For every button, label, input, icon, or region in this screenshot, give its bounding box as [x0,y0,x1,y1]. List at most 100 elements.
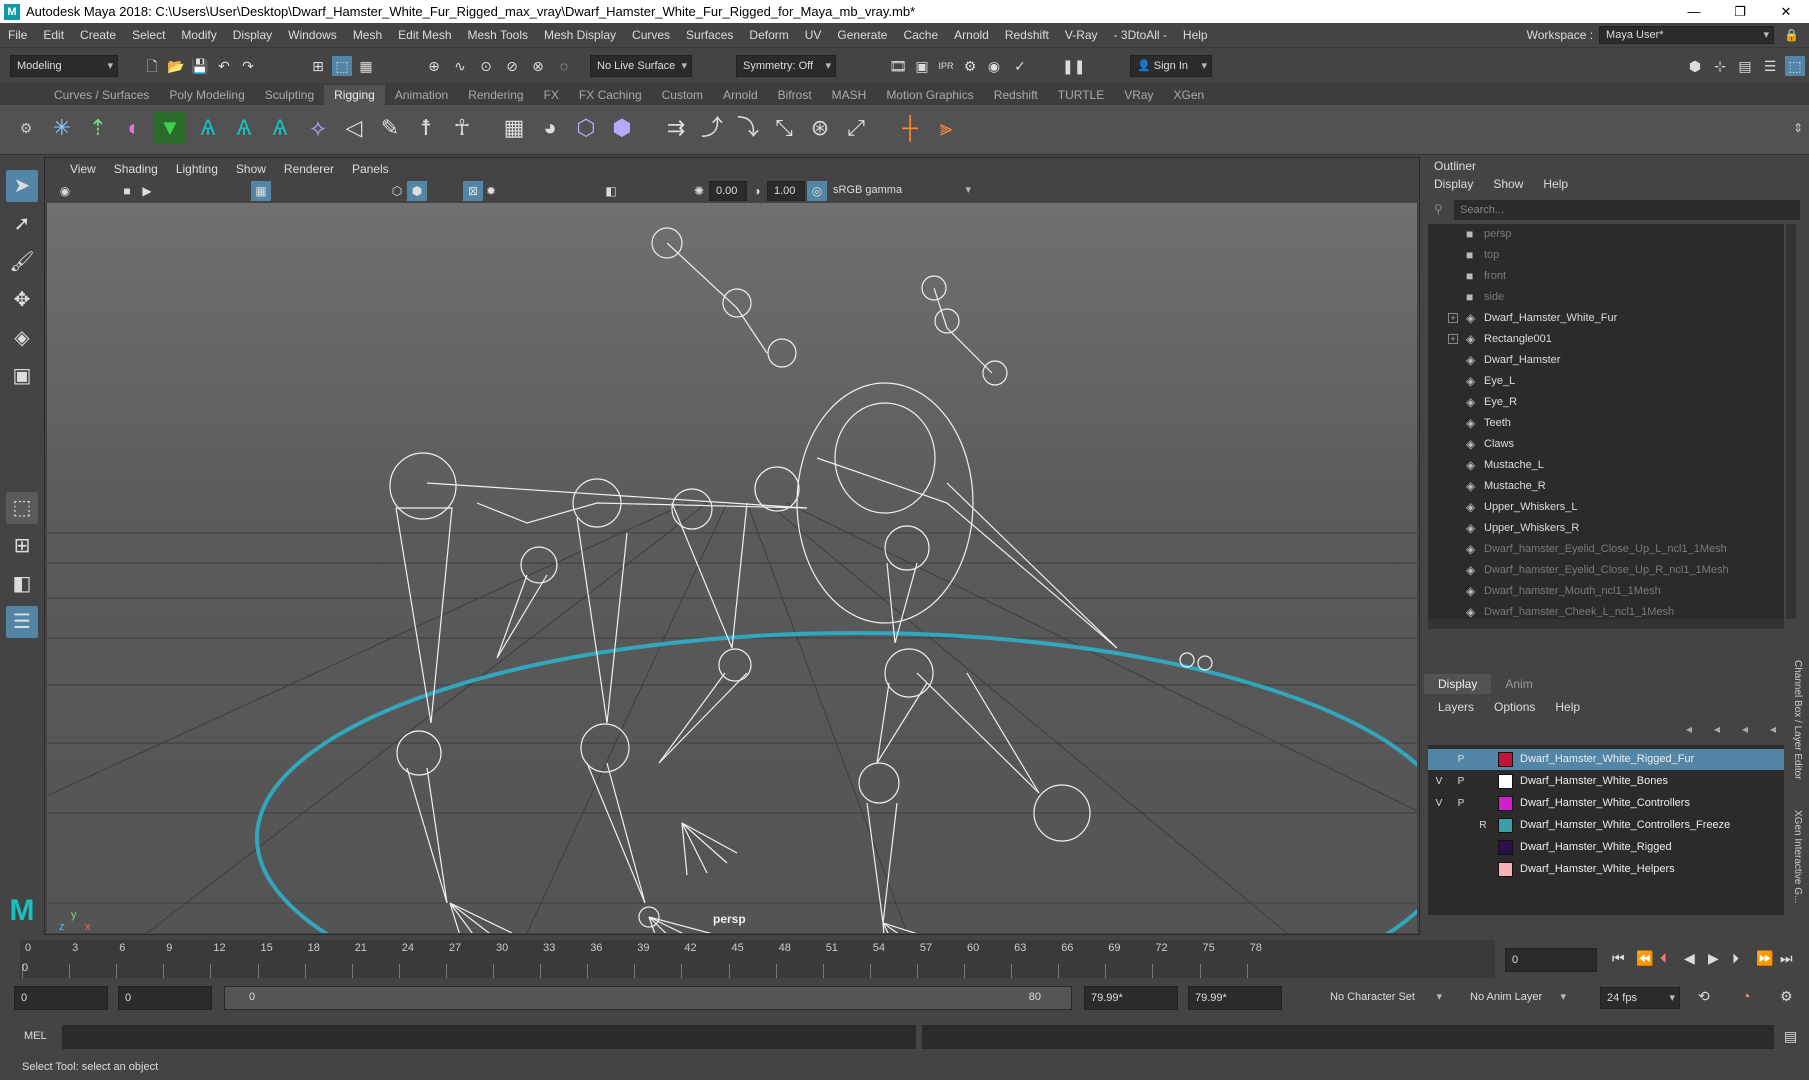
viewport-menu-view[interactable]: View [61,162,105,176]
layer-reference-toggle[interactable]: R [1474,817,1492,834]
menu-deform[interactable]: Deform [741,28,796,42]
shelf-tab-mash[interactable]: MASH [822,85,877,105]
shelf-tab-redshift[interactable]: Redshift [984,85,1048,105]
menu-file[interactable]: File [0,28,35,42]
lattice-icon[interactable]: ▦ [498,112,530,144]
shelf-tab-arnold[interactable]: Arnold [713,85,768,105]
cluster-handle-icon[interactable]: ⫸ [930,112,962,144]
paint-select-icon[interactable]: 🖌 [6,246,38,278]
workspace-dropdown[interactable]: Maya User* [1599,26,1775,44]
ipr-render-icon[interactable]: IPR [936,56,956,76]
modeling-toolkit-icon[interactable]: ⬢ [1685,56,1705,76]
move-layer-down-icon[interactable]: ◂ [1714,722,1720,736]
outliner-item[interactable]: ■ front [1428,266,1784,287]
joint-tool-icon[interactable]: ✳ [46,112,78,144]
outliner-menu-show[interactable]: Show [1493,177,1523,191]
viewport-menu-show[interactable]: Show [227,162,275,176]
viewport-menu-panels[interactable]: Panels [343,162,398,176]
shelf-tab-turtle[interactable]: TURTLE [1048,85,1114,105]
layer-reference-toggle[interactable] [1474,773,1492,790]
play-forward-icon[interactable]: ▶ [1708,950,1719,967]
outliner-item[interactable]: ■ side [1428,287,1784,308]
hamster-skeleton-rig[interactable] [389,227,1213,928]
menu-create[interactable]: Create [72,28,124,42]
channel-box-icon[interactable]: ☰ [1760,56,1780,76]
anim-layer-dropdown[interactable]: No Anim Layer [1464,987,1570,1009]
go-to-end-icon[interactable]: ⏭ [1780,950,1793,967]
outliner-item[interactable]: ◈ Claws [1428,434,1784,455]
save-scene-icon[interactable]: 💾 [190,56,210,76]
side-tab-xgen[interactable]: XGen Interactive G... [1792,810,1803,903]
mirror-weights-icon[interactable]: ◁ [338,112,370,144]
snap-plane-icon[interactable]: ⊗ [528,56,548,76]
shelf-scroll-icon[interactable]: ⇕ [1782,112,1809,144]
new-scene-icon[interactable]: 🗋 [142,56,162,76]
shelf-tab-custom[interactable]: Custom [652,85,713,105]
command-input[interactable] [62,1025,916,1049]
outliner-item[interactable]: ◈ Teeth [1428,413,1784,434]
layer-playback-toggle[interactable] [1452,861,1470,878]
snap-projected-icon[interactable]: ⊘ [502,56,522,76]
layer-color-swatch[interactable] [1498,862,1513,877]
start-time-field[interactable]: 0 [14,986,108,1010]
menu-redshift[interactable]: Redshift [997,28,1057,42]
layer-row[interactable]: V P Dwarf_Hamster_White_Bones [1428,771,1784,792]
menu-generate[interactable]: Generate [829,28,895,42]
orient-constraint-icon[interactable]: ⤵ [732,112,764,144]
layer-menu-options[interactable]: Options [1494,700,1535,714]
xray-icon[interactable]: ⊠ [463,181,483,201]
shelf-tab-fx-caching[interactable]: FX Caching [569,85,652,105]
shelf-tab-animation[interactable]: Animation [385,85,458,105]
outliner-item[interactable]: ◈ Dwarf_hamster_Cheek_L_ncl1_1Mesh [1428,602,1784,619]
menu-curves[interactable]: Curves [624,28,678,42]
shelf-tab-rendering[interactable]: Rendering [458,85,533,105]
wrap-icon[interactable]: ⬡ [570,112,602,144]
outliner-search-input[interactable]: Search... [1454,200,1800,220]
snap-surface-icon[interactable]: ◌ [554,56,574,76]
viewport-menu-lighting[interactable]: Lighting [167,162,227,176]
time-slider-track[interactable]: 0 3 6 9 12 15 18 21 24 27 30 33 36 39 42 45 48 51 54 57 60 63… [20,940,1495,978]
lights-icon[interactable]: ✹ [481,181,501,201]
layer-menu-help[interactable]: Help [1555,700,1580,714]
wireframe-icon[interactable]: ⬡ [387,181,407,201]
current-time-marker[interactable]: 0 [22,962,28,974]
parent-constraint-icon[interactable]: ⇉ [660,112,692,144]
camera-icon[interactable]: ■ [117,181,137,201]
symmetry-dropdown[interactable]: Symmetry: Off [736,55,836,77]
menu-mesh[interactable]: Mesh [345,28,390,42]
viewport-menu-renderer[interactable]: Renderer [275,162,343,176]
undo-icon[interactable]: ↶ [214,56,234,76]
snap-point-icon[interactable]: ⊙ [476,56,496,76]
layer-visibility-toggle[interactable] [1430,861,1448,878]
fps-dropdown[interactable]: 24 fps [1600,987,1680,1009]
layer-row[interactable]: R Dwarf_Hamster_White_Controllers_Freeze [1428,815,1784,836]
loop-icon[interactable]: ⟲ [1698,988,1710,1005]
render-view-icon[interactable]: 🎞 [888,56,908,76]
shelf-tab-bifrost[interactable]: Bifrost [768,85,822,105]
shelf-tab-poly-modeling[interactable]: Poly Modeling [159,85,254,105]
hik-character-icon[interactable]: Ѧ [192,112,224,144]
layer-reference-toggle[interactable] [1474,751,1492,768]
layer-reference-toggle[interactable] [1474,795,1492,812]
expand-icon[interactable]: + [1448,334,1458,344]
step-forward-key-icon[interactable]: ⏩ [1756,950,1773,967]
end-time-field[interactable]: 79.99* [1188,986,1282,1010]
viewport-menu-shading[interactable]: Shading [105,162,167,176]
cluster-icon[interactable]: ◕ [534,112,566,144]
layer-playback-toggle[interactable] [1452,839,1470,856]
lasso-tool-icon[interactable]: ➚ [6,208,38,240]
layer-visibility-toggle[interactable]: V [1430,773,1448,790]
select-hierarchy-icon[interactable]: ⊞ [308,56,328,76]
paint-weights-icon[interactable]: ⟡ [302,112,334,144]
layer-tab-display[interactable]: Display [1424,674,1492,694]
smooth-bind-icon[interactable]: ▼ [154,112,186,144]
rotate-tool-icon[interactable]: ◈ [6,322,38,354]
menu-set-dropdown[interactable]: Modeling [10,55,118,77]
shelf-options-icon[interactable]: ⚙ [10,112,42,144]
shelf-tab-sculpting[interactable]: Sculpting [255,85,324,105]
menu-mesh-display[interactable]: Mesh Display [536,28,624,42]
outliner-item[interactable]: ◈ Dwarf_hamster_Eyelid_Close_Up_R_ncl1_1M… [1428,560,1784,581]
menu-cache[interactable]: Cache [895,28,946,42]
step-back-key-icon[interactable]: ⏪ [1636,950,1653,967]
isolate-select-icon[interactable]: ◧ [601,181,621,201]
